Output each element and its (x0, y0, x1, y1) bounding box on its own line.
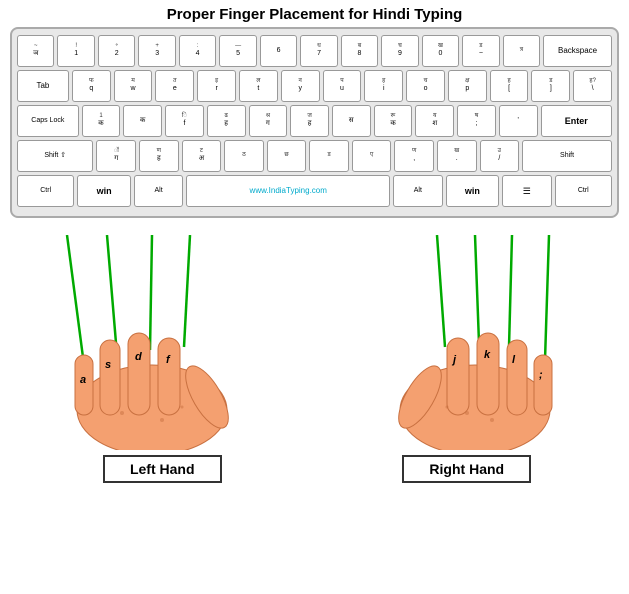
left-finger-s: s (105, 359, 111, 371)
key-1[interactable]: !1 (57, 35, 94, 67)
key-minus[interactable]: ड− (462, 35, 499, 67)
left-finger-a: a (80, 374, 86, 386)
key-k[interactable]: रूक (374, 105, 413, 137)
key-win-left[interactable]: win (77, 175, 130, 207)
key-s[interactable]: क (123, 105, 162, 137)
key-n[interactable]: ड (309, 140, 349, 172)
keyboard-row-3: Caps Lock 1क क िf ढह श्रग जह स रूक यश ष;… (17, 105, 612, 137)
key-6[interactable]: 6 (260, 35, 297, 67)
key-slash[interactable]: उ/ (480, 140, 520, 172)
key-caps-lock[interactable]: Caps Lock (17, 105, 79, 137)
key-shift-right[interactable]: Shift (522, 140, 612, 172)
left-hand-section: a s d f Left Hand (22, 235, 302, 483)
key-backslash[interactable]: ह?\ (573, 70, 612, 102)
key-shift-left[interactable]: Shift ⇧ (17, 140, 93, 172)
key-alt-right[interactable]: Alt (393, 175, 443, 207)
key-enter[interactable]: Enter (541, 105, 612, 137)
key-semicolon[interactable]: ष; (457, 105, 496, 137)
key-5[interactable]: —5 (219, 35, 256, 67)
key-t[interactable]: लt (239, 70, 278, 102)
keyboard-row-1: ~ञ !1 ॰2 +3 :4 —5 6 ध7 ब8 च9 ख0 (17, 35, 612, 67)
key-ctrl-right[interactable]: Ctrl (555, 175, 612, 207)
key-u[interactable]: पu (323, 70, 362, 102)
key-y[interactable]: नy (281, 70, 320, 102)
key-e[interactable]: तe (155, 70, 194, 102)
key-8[interactable]: ब8 (341, 35, 378, 67)
right-hand-svg: j k l ; (327, 235, 607, 450)
key-ctrl-left[interactable]: Ctrl (17, 175, 74, 207)
key-2[interactable]: ॰2 (98, 35, 135, 67)
key-i[interactable]: हi (364, 70, 403, 102)
key-lbracket[interactable]: ह[ (490, 70, 529, 102)
key-b[interactable]: छ (267, 140, 307, 172)
key-q[interactable]: फq (72, 70, 111, 102)
keyboard-row-2: Tab फq मw तe इr लt नy पu हi चo क्षp ह[ ड… (17, 70, 612, 102)
key-p[interactable]: क्षp (448, 70, 487, 102)
key-equal[interactable]: त्र (503, 35, 540, 67)
key-d[interactable]: िf (165, 105, 204, 137)
key-w[interactable]: मw (114, 70, 153, 102)
left-hand-svg: a s d f (22, 235, 302, 450)
key-v[interactable]: ठ (224, 140, 264, 172)
key-a[interactable]: 1क (82, 105, 121, 137)
key-7[interactable]: ध7 (300, 35, 337, 67)
left-hand-label-box: Left Hand (103, 455, 222, 483)
right-hand-label: Right Hand (429, 461, 504, 477)
key-comma[interactable]: ण, (394, 140, 434, 172)
left-finger-d: d (135, 351, 142, 363)
key-g[interactable]: श्रग (249, 105, 288, 137)
key-win-right[interactable]: win (446, 175, 499, 207)
key-9[interactable]: च9 (381, 35, 418, 67)
keyboard-row-4: Shift ⇧ ॉग णह टअ ठ छ ड ए ण, ख. उ/ Shift (17, 140, 612, 172)
keyboard-container: ~ञ !1 ॰2 +3 :4 —5 6 ध7 ब8 च9 ख0 (10, 27, 619, 218)
right-hand-label-box: Right Hand (402, 455, 531, 483)
key-o[interactable]: चo (406, 70, 445, 102)
key-l[interactable]: यश (415, 105, 454, 137)
right-hand-section: j k l ; Right Hand (327, 235, 607, 483)
key-period[interactable]: ख. (437, 140, 477, 172)
keyboard-row-5: Ctrl win Alt www.IndiaTyping.com Alt win… (17, 175, 612, 207)
key-r[interactable]: इr (197, 70, 236, 102)
key-x[interactable]: णह (139, 140, 179, 172)
right-finger-semi: ; (539, 369, 543, 381)
key-space[interactable]: www.IndiaTyping.com (186, 175, 390, 207)
key-backspace[interactable]: Backspace (543, 35, 612, 67)
key-quote[interactable]: ' (499, 105, 538, 137)
key-z[interactable]: ॉग (96, 140, 136, 172)
hands-section: a s d f Left Hand (10, 223, 619, 483)
key-0[interactable]: ख0 (422, 35, 459, 67)
key-backtick[interactable]: ~ञ (17, 35, 54, 67)
key-h[interactable]: जह (290, 105, 329, 137)
key-c[interactable]: टअ (182, 140, 222, 172)
key-f[interactable]: ढह (207, 105, 246, 137)
key-alt-left[interactable]: Alt (134, 175, 184, 207)
left-hand-label: Left Hand (130, 461, 195, 477)
page-title: Proper Finger Placement for Hindi Typing (0, 0, 629, 27)
key-4[interactable]: :4 (179, 35, 216, 67)
key-3[interactable]: +3 (138, 35, 175, 67)
right-finger-k: k (484, 349, 491, 361)
key-menu[interactable]: ☰ (502, 175, 552, 207)
key-rbracket[interactable]: ड] (531, 70, 570, 102)
key-j[interactable]: स (332, 105, 371, 137)
key-m[interactable]: ए (352, 140, 392, 172)
website-label: www.IndiaTyping.com (250, 186, 327, 196)
key-tab[interactable]: Tab (17, 70, 69, 102)
